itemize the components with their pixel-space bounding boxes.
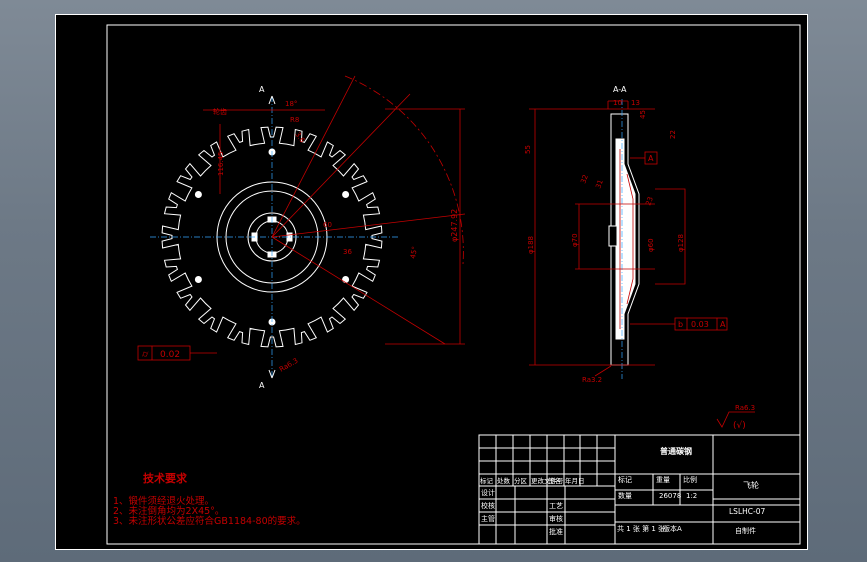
label-d-mid2: 31 bbox=[594, 179, 605, 190]
tech-title: 技术要求 bbox=[143, 471, 188, 485]
tb-role-check: 校核 bbox=[481, 501, 495, 510]
label-d-mid1: 32 bbox=[579, 174, 590, 185]
inner-border bbox=[106, 24, 801, 545]
tb-role-design: 设计 bbox=[481, 488, 495, 497]
tb-part-name: 飞轮 bbox=[743, 480, 759, 490]
section-marker-top: A bbox=[259, 85, 265, 94]
label-pitch-dim: 60 bbox=[323, 221, 332, 229]
tb-scale-header: 比例 bbox=[683, 475, 697, 484]
tb-row-header: 年月日 bbox=[565, 476, 585, 485]
tb-row-header: 分区 bbox=[514, 476, 528, 485]
label-dim-a: 116.45 bbox=[217, 152, 225, 177]
label-roughness-bottom: Ra3.2 bbox=[582, 376, 602, 384]
tb-row-header: 处数 bbox=[497, 476, 511, 485]
tb-mark-header: 标记 bbox=[618, 475, 632, 484]
label-d-right1: 45 bbox=[639, 110, 647, 119]
section-title: A-A bbox=[613, 85, 627, 94]
tb-scale-value: 1:2 bbox=[686, 492, 697, 500]
tb-role-review: 审核 bbox=[549, 514, 563, 523]
label-dia-bore: φ60 bbox=[647, 238, 655, 252]
section-extension-lines bbox=[529, 108, 655, 366]
tb-qty-label: 数量 bbox=[618, 491, 632, 500]
tolerance-symbol: ⌭ bbox=[142, 350, 149, 360]
outer-border bbox=[55, 14, 808, 550]
title-block: 普通碳钢 飞轮 LSLHC-07 标记 重量 比例 数量 26078 1:2 共… bbox=[478, 434, 801, 545]
tolerance-value: 0.02 bbox=[160, 350, 180, 360]
label-dia-hub: φ70 bbox=[571, 233, 579, 247]
tb-source: 自制件 bbox=[735, 526, 756, 535]
label-roughness-left: Ra6.3 bbox=[278, 357, 299, 374]
label-d-top: 10 bbox=[613, 99, 622, 107]
label-hub-dim: 36 bbox=[343, 248, 352, 256]
tb-sheet-info: 共 1 张 第 1 张 bbox=[617, 524, 665, 533]
section-view-aa: A-A 10 13 45 22 55 32 31 23 φ188 φ70 φ60… bbox=[524, 85, 728, 384]
tb-row-header: 签名 bbox=[548, 476, 561, 485]
label-dia-outer: φ188 bbox=[527, 236, 535, 254]
cad-viewport[interactable]: A A 轮齿 18° R8 116.45 3.6 φ247.92 45° 60 … bbox=[55, 14, 808, 550]
pitch-circle-arc bbox=[344, 75, 464, 265]
tb-role-process: 工艺 bbox=[549, 502, 563, 510]
tech-requirements: 技术要求 1、锻件须经退火处理。 2、未注倒角均为2X45°。 3、未注形状公差… bbox=[113, 471, 306, 527]
tb-material: 普通碳钢 bbox=[660, 446, 692, 456]
bore-slot bbox=[608, 225, 618, 247]
tb-weight-header: 重量 bbox=[656, 476, 670, 484]
front-view: A A 轮齿 18° R8 116.45 3.6 φ247.92 45° 60 … bbox=[137, 75, 466, 390]
label-d-right2: 22 bbox=[669, 130, 677, 139]
tb-version: 版本A bbox=[663, 524, 682, 533]
lightening-hole bbox=[194, 191, 202, 198]
label-radius: R8 bbox=[290, 116, 299, 124]
section-marker-bottom: A bbox=[259, 381, 265, 390]
section-web bbox=[615, 138, 636, 340]
label-tooth-angle: 18° bbox=[285, 100, 297, 108]
runout-value: 0.03 bbox=[691, 320, 709, 329]
general-roughness-paren: (√) bbox=[733, 420, 746, 431]
label-d-mid3: 23 bbox=[644, 196, 655, 207]
tb-drawing-no: LSLHC-07 bbox=[729, 507, 765, 516]
label-dia-128: φ128 bbox=[677, 234, 685, 252]
label-outer-dia: φ247.92 bbox=[450, 209, 459, 242]
general-roughness-value: Ra6.3 bbox=[735, 404, 755, 412]
label-d-top2: 13 bbox=[631, 99, 640, 107]
runout-symbol: b bbox=[678, 320, 683, 329]
label-d-left: 55 bbox=[524, 145, 532, 154]
tb-row-header: 标记 bbox=[480, 476, 494, 485]
runout-datum: A bbox=[720, 320, 726, 329]
general-roughness: Ra6.3 (√) bbox=[716, 404, 755, 431]
tb-weight-value: 26078 bbox=[659, 492, 681, 500]
roughness-leader bbox=[594, 365, 612, 377]
radial-dim-3 bbox=[271, 236, 446, 345]
tb-role-approve: 批准 bbox=[549, 527, 563, 536]
lightening-hole bbox=[194, 276, 202, 283]
lightening-hole bbox=[342, 191, 350, 198]
tech-item-3: 3、未注形状公差应符合GB1184-80的要求。 bbox=[113, 515, 306, 527]
radial-dim-4 bbox=[271, 213, 466, 238]
datum-label: A bbox=[648, 154, 654, 163]
tb-role-supervise: 主管 bbox=[481, 514, 495, 523]
label-top-left: 轮齿 bbox=[213, 107, 227, 116]
engineering-drawing: A A 轮齿 18° R8 116.45 3.6 φ247.92 45° 60 … bbox=[55, 14, 808, 550]
label-tooth-pitch: 45° bbox=[409, 246, 419, 260]
